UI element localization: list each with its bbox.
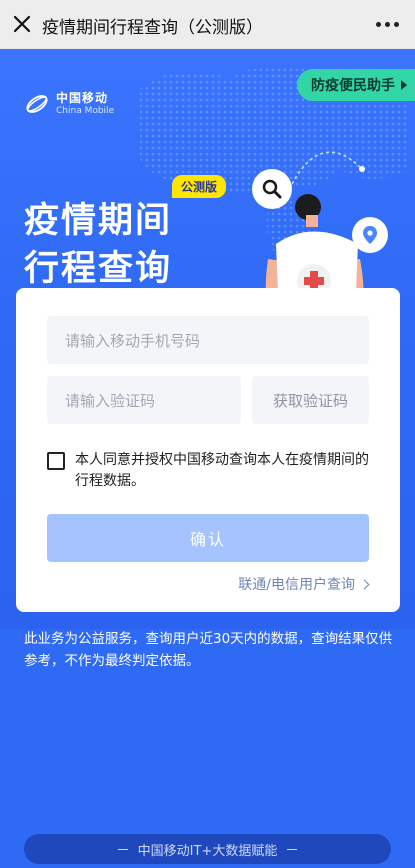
epidemic-helper-button[interactable]: 防疫便民助手 (297, 69, 415, 101)
triangle-right-icon (401, 80, 407, 90)
footer-line-left (117, 848, 128, 850)
footer-text: 中国移动IT+大数据赋能 (137, 843, 278, 859)
china-mobile-logo-icon (26, 95, 48, 113)
confirm-button[interactable]: 确认 (47, 514, 369, 562)
query-form-card: 请输入移动手机号码 请输入验证码 获取验证码 本人同意并授权中国移动查询本人在疫… (16, 288, 400, 612)
footer-banner: 中国移动IT+大数据赋能 (24, 834, 391, 864)
top-bar: 疫情期间行程查询（公测版） (0, 0, 415, 49)
close-icon[interactable] (10, 12, 34, 36)
china-mobile-logo: 中国移动 China Mobile (24, 91, 114, 117)
phone-input[interactable]: 请输入移动手机号码 (47, 316, 369, 364)
service-notice: 此业务为公益服务，查询用户近30天内的数据，查询结果仅供参考，不作为最终判定依据… (24, 631, 393, 669)
unicom-telecom-query-link[interactable]: 联通/电信用户查询 (238, 574, 370, 594)
chevron-right-icon (359, 579, 370, 589)
agreement-checkbox[interactable] (47, 452, 65, 470)
brand-name-en: China Mobile (56, 106, 115, 116)
more-dots-icon[interactable] (373, 14, 401, 34)
brand-name-cn: 中国移动 (56, 91, 109, 105)
epidemic-helper-label: 防疫便民助手 (311, 78, 395, 94)
agreement-text: 本人同意并授权中国移动查询本人在疫情期间的行程数据。 (75, 452, 369, 489)
verification-code-input[interactable]: 请输入验证码 (47, 376, 241, 424)
agreement-row: 本人同意并授权中国移动查询本人在疫情期间的行程数据。 (47, 450, 369, 492)
footer-line-right (287, 848, 298, 850)
beta-badge: 公测版 (172, 175, 227, 198)
get-code-button[interactable]: 获取验证码 (252, 376, 369, 424)
page-title: 疫情期间行程查询（公测版） (42, 18, 263, 38)
unicom-telecom-link-label: 联通/电信用户查询 (238, 577, 355, 593)
hero-title: 疫情期间 行程查询 (24, 201, 173, 289)
